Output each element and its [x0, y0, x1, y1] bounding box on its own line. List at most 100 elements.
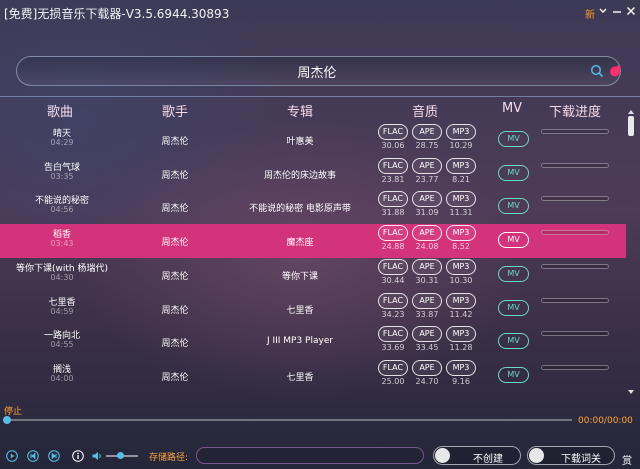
download-progress-bar	[541, 331, 609, 337]
flac-download-button[interactable]: FLAC	[378, 292, 408, 309]
seek-bar[interactable]	[6, 419, 572, 421]
close-icon[interactable]	[625, 5, 637, 17]
song-row[interactable]: 搁浅 04:00 周杰伦 七里香 FLAC APE MP3 25.00 24.70 9.16 MV	[0, 359, 626, 393]
mp3-download-button[interactable]: MP3	[446, 225, 476, 242]
mp3-size: 10.29	[449, 141, 473, 150]
song-row[interactable]: 告白气球 03:35 周杰伦 周杰伦的床边故事 FLAC APE MP3 23.81 23.77…	[0, 157, 626, 191]
scroll-up-icon[interactable]	[626, 108, 636, 116]
scrollbar-thumb[interactable]	[628, 116, 634, 136]
mv-button[interactable]: MV	[498, 333, 529, 350]
song-row[interactable]: 七里香 04:59 周杰伦 七里香 FLAC APE MP3 34.23 33.87 11.42 M…	[0, 292, 626, 326]
save-path-label: 存储路径:	[149, 453, 189, 463]
download-progress-bar	[541, 196, 609, 202]
song-row[interactable]: 等你下课(with 杨瑞代) 04:30 周杰伦 等你下课 FLAC APE MP3 30.4…	[0, 258, 626, 292]
download-lyrics-toggle[interactable]: 下载词关	[527, 446, 615, 465]
scrollbar[interactable]	[626, 108, 636, 396]
previous-icon[interactable]	[27, 450, 39, 462]
flac-download-button[interactable]: FLAC	[378, 326, 408, 343]
flac-download-button[interactable]: FLAC	[378, 157, 408, 174]
mp3-size: 11.42	[449, 309, 473, 319]
mp3-download-button[interactable]: MP3	[446, 124, 476, 140]
new-badge[interactable]: 新	[585, 6, 595, 21]
play-icon[interactable]	[6, 450, 18, 462]
flac-size: 23.81	[381, 174, 405, 184]
download-lyrics-label: 下载词关	[561, 454, 601, 465]
mv-button[interactable]: MV	[498, 131, 529, 147]
download-progress-bar	[541, 263, 609, 269]
flac-size: 34.23	[381, 309, 405, 319]
flac-download-button[interactable]: FLAC	[378, 225, 408, 242]
song-artist: 周杰伦	[161, 372, 189, 383]
song-album: 七里香	[286, 372, 314, 383]
ape-download-button[interactable]: APE	[412, 157, 442, 174]
ape-download-button[interactable]: APE	[412, 326, 442, 343]
seek-handle[interactable]	[3, 416, 11, 424]
download-history-icon[interactable]	[608, 64, 622, 78]
save-path-field[interactable]	[196, 447, 424, 464]
flac-download-button[interactable]: FLAC	[378, 359, 408, 376]
mp3-download-button[interactable]: MP3	[446, 191, 476, 208]
mp3-size: 10.30	[449, 275, 473, 285]
create-folder-toggle[interactable]: 不创建	[433, 446, 521, 465]
ape-download-button[interactable]: APE	[412, 258, 442, 275]
column-header-progress: 下载进度	[548, 105, 601, 120]
mp3-size: 8.21	[452, 174, 470, 184]
title-bar: [免费]无损音乐下载器-V3.5.6944.30893 新	[0, 0, 640, 24]
mp3-download-button[interactable]: MP3	[446, 258, 476, 275]
menu-icon[interactable]	[597, 5, 609, 17]
app-title: [免费]无损音乐下载器-V3.5.6944.30893	[4, 7, 230, 21]
song-duration: 04:29	[50, 138, 74, 147]
ape-download-button[interactable]: APE	[412, 359, 442, 376]
mp3-size: 9.16	[452, 376, 470, 386]
flac-size: 30.44	[381, 275, 405, 285]
mv-button[interactable]: MV	[498, 265, 529, 282]
mv-button[interactable]: MV	[498, 198, 529, 215]
minimize-icon[interactable]	[611, 5, 623, 17]
download-progress-bar	[541, 162, 609, 168]
mp3-download-button[interactable]: MP3	[446, 292, 476, 309]
mp3-size: 11.28	[449, 343, 473, 353]
song-row[interactable]: 不能说的秘密 04:56 周杰伦 不能说的秘密 电影原声带 FLAC APE MP3 31.8…	[0, 190, 626, 224]
info-icon[interactable]	[72, 450, 84, 462]
flac-download-button[interactable]: FLAC	[378, 258, 408, 275]
song-album: J III MP3 Player	[266, 336, 334, 347]
song-album: 等你下课	[281, 271, 318, 282]
flac-size: 33.69	[381, 343, 405, 353]
song-album: 周杰伦的床边故事	[263, 170, 336, 181]
song-duration: 03:35	[50, 171, 74, 181]
column-header-song: 歌曲	[46, 105, 73, 120]
mv-button[interactable]: MV	[498, 366, 529, 383]
song-row[interactable]: 一路向北 04:55 周杰伦 J III MP3 Player FLAC APE MP3 33…	[0, 325, 626, 359]
mp3-download-button[interactable]: MP3	[446, 157, 476, 174]
ape-download-button[interactable]: APE	[412, 124, 442, 140]
song-row[interactable]: 晴天 04:29 周杰伦 叶惠美 FLAC APE MP3 30.06 28.75 10.29 MV	[0, 123, 626, 157]
song-duration: 03:43	[50, 239, 74, 249]
search-icon[interactable]	[590, 64, 604, 78]
mp3-download-button[interactable]: MP3	[446, 359, 476, 376]
reward-button[interactable]: 赏	[622, 452, 632, 467]
ape-download-button[interactable]: APE	[412, 225, 442, 242]
volume-handle[interactable]	[117, 452, 124, 459]
mv-button[interactable]: MV	[498, 299, 529, 316]
flac-size: 30.06	[381, 141, 405, 150]
ape-download-button[interactable]: APE	[412, 292, 442, 309]
song-duration: 04:00	[50, 373, 74, 383]
song-album: 不能说的秘密 电影原声带	[249, 204, 351, 215]
mv-button[interactable]: MV	[498, 232, 529, 249]
mv-button[interactable]: MV	[498, 164, 529, 181]
next-icon[interactable]	[48, 450, 60, 462]
create-folder-label: 不创建	[473, 454, 503, 465]
volume-icon[interactable]	[91, 450, 103, 462]
song-artist: 周杰伦	[161, 137, 189, 147]
song-row[interactable]: 稻香 03:43 周杰伦 魔杰座 FLAC APE MP3 24.88 24.08 8.52 MV	[0, 224, 626, 258]
scroll-down-icon[interactable]	[626, 388, 636, 396]
toggle-knob	[435, 448, 450, 463]
flac-download-button[interactable]: FLAC	[378, 124, 408, 140]
flac-size: 31.88	[381, 208, 405, 218]
search-input[interactable]	[47, 61, 587, 81]
ape-size: 24.08	[415, 242, 439, 252]
mp3-size: 11.31	[449, 208, 473, 218]
flac-download-button[interactable]: FLAC	[378, 191, 408, 208]
ape-download-button[interactable]: APE	[412, 191, 442, 208]
mp3-download-button[interactable]: MP3	[446, 326, 476, 343]
